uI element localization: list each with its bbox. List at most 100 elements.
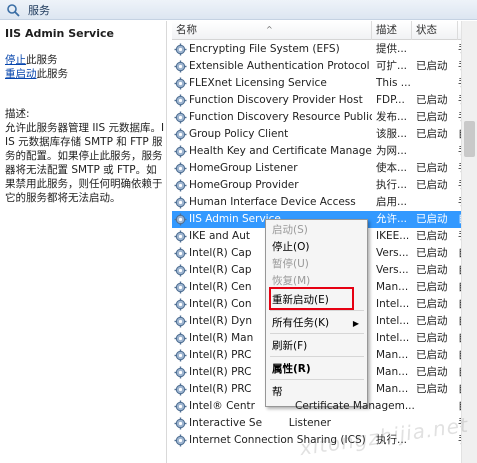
menu-item-label: 停止(O) bbox=[272, 241, 310, 253]
service-status: 已启动 bbox=[416, 247, 448, 259]
service-name: Group Policy Client bbox=[189, 128, 289, 140]
menu-item-label: 所有任务(K) bbox=[272, 317, 330, 329]
service-status: 已启动 bbox=[416, 128, 448, 140]
service-desc: Man... bbox=[376, 349, 409, 361]
menu-separator bbox=[270, 356, 364, 357]
context-menu-item[interactable]: 重新启动(E) bbox=[267, 292, 367, 309]
service-name: Health Key and Certificate Managem... bbox=[189, 145, 372, 157]
column-header-status[interactable]: 状态 bbox=[412, 21, 458, 40]
service-desc: 提供... bbox=[376, 43, 408, 55]
service-status: 已启动 bbox=[416, 60, 448, 72]
service-status: 已启动 bbox=[416, 383, 448, 395]
service-desc: Intel... bbox=[376, 298, 410, 310]
menu-separator bbox=[270, 379, 364, 380]
column-header-row: 名称 ^ 描述 状态 启 bbox=[172, 21, 477, 40]
window-title: 服务 bbox=[28, 3, 50, 17]
service-status: 已启动 bbox=[416, 281, 448, 293]
service-name: Encrypting File System (EFS) bbox=[189, 43, 340, 55]
service-desc: Man... bbox=[376, 281, 409, 293]
service-desc: Intel... bbox=[376, 315, 410, 327]
service-name: FLEXnet Licensing Service bbox=[189, 77, 327, 89]
service-row[interactable]: HomeGroup Provider执行...已启动手 bbox=[172, 177, 477, 194]
service-desc: Intel... bbox=[376, 332, 410, 344]
service-name: Interactive Se Listener bbox=[189, 417, 331, 429]
service-status bbox=[416, 143, 458, 160]
service-description: 允许此服务器管理 IIS 元数据库。IIS 元数据库存储 SMTP 和 FTP … bbox=[5, 122, 165, 204]
context-menu-item: 恢复(M) bbox=[267, 273, 367, 290]
service-status: 已启动 bbox=[416, 230, 448, 242]
column-header-name[interactable]: 名称 ^ bbox=[172, 21, 372, 40]
service-desc: 发布... bbox=[376, 111, 408, 123]
context-menu-item[interactable]: 所有任务(K) ▶ bbox=[267, 315, 367, 332]
service-row[interactable]: FLEXnet Licensing ServiceThis ...手 bbox=[172, 75, 477, 92]
sort-ascending-icon: ^ bbox=[266, 25, 273, 34]
service-desc: Man... bbox=[376, 383, 409, 395]
column-name-label: 名称 bbox=[176, 24, 197, 36]
service-status: 已启动 bbox=[416, 366, 448, 378]
service-name: HomeGroup Provider bbox=[189, 179, 299, 191]
service-name: Intel® Centr Certificate Managem... bbox=[189, 400, 415, 412]
service-row[interactable]: Group Policy Client该服...已启动自 bbox=[172, 126, 477, 143]
service-status: 已启动 bbox=[416, 332, 448, 344]
service-row[interactable]: Health Key and Certificate Managem... 为网.… bbox=[172, 143, 477, 160]
service-desc: Vers... bbox=[376, 247, 409, 259]
stop-service-line: 停止此服务 bbox=[5, 53, 161, 67]
context-menu-item: 暂停(U) bbox=[267, 256, 367, 273]
service-name: HomeGroup Listener bbox=[189, 162, 298, 174]
service-name: Extensible Authentication Protocol bbox=[189, 60, 370, 72]
service-desc: Man... bbox=[376, 366, 409, 378]
restart-service-line: 重启动此服务 bbox=[5, 67, 161, 81]
menu-item-label: 重新启动(E) bbox=[272, 294, 329, 306]
service-status: 已启动 bbox=[416, 264, 448, 276]
vertical-scrollbar[interactable] bbox=[461, 21, 477, 463]
service-row[interactable]: Human Interface Device Access启用...手 bbox=[172, 194, 477, 211]
service-status: 已启动 bbox=[416, 162, 448, 174]
service-row[interactable]: Interactive Se Listener使本...手 bbox=[172, 415, 477, 432]
title-bar: 服务 bbox=[0, 0, 477, 20]
service-row[interactable]: Function Discovery Provider Host FDP... 已启… bbox=[172, 92, 477, 109]
menu-separator bbox=[270, 333, 364, 334]
menu-item-label: 启动(S) bbox=[272, 224, 308, 236]
menu-item-label: 刷新(F) bbox=[272, 340, 308, 352]
service-desc: 执行... bbox=[376, 179, 408, 191]
service-row[interactable]: Extensible Authentication Protocol 可扩... 已… bbox=[172, 58, 477, 75]
service-status bbox=[416, 41, 458, 58]
context-menu-item[interactable]: 属性(R) bbox=[267, 361, 367, 378]
context-menu-item[interactable]: 停止(O) bbox=[267, 239, 367, 256]
search-services-icon bbox=[7, 3, 20, 17]
service-row[interactable]: Encrypting File System (EFS)提供...手 bbox=[172, 41, 477, 58]
row-tail-text: Listener bbox=[288, 417, 331, 429]
restart-suffix: 此服务 bbox=[36, 68, 69, 80]
service-desc: 可扩... bbox=[376, 60, 408, 72]
row-tail-text: Certificate Managem... bbox=[295, 400, 415, 412]
service-row[interactable]: Intel® Centr Certificate Managem...Man..… bbox=[172, 398, 477, 415]
gutter bbox=[167, 21, 171, 463]
service-status: 已启动 bbox=[416, 94, 448, 106]
stop-service-link[interactable]: 停止 bbox=[5, 54, 26, 66]
menu-item-label: 帮 bbox=[272, 386, 283, 398]
service-desc: FDP... bbox=[376, 94, 405, 106]
menu-item-label: 属性(R) bbox=[272, 363, 311, 375]
service-name: Human Interface Device Access bbox=[189, 196, 356, 208]
menu-item-label: 恢复(M) bbox=[272, 275, 311, 287]
description-label: 描述: bbox=[5, 108, 30, 120]
context-menu-item[interactable]: 刷新(F) bbox=[267, 338, 367, 355]
service-desc: 使本... bbox=[376, 162, 408, 174]
service-status: 已启动 bbox=[416, 349, 448, 361]
column-header-desc[interactable]: 描述 bbox=[372, 21, 412, 40]
service-desc: This ... bbox=[376, 77, 411, 89]
service-row[interactable]: Function Discovery Resource Publicati...… bbox=[172, 109, 477, 126]
restart-service-link[interactable]: 重启动 bbox=[5, 68, 37, 80]
service-status bbox=[416, 194, 458, 211]
stop-suffix: 此服务 bbox=[26, 54, 58, 66]
service-name: Function Discovery Resource Publicati... bbox=[189, 111, 372, 123]
service-row[interactable]: HomeGroup Listener使本...已启动手 bbox=[172, 160, 477, 177]
service-detail-panel: IIS Admin Service 停止此服务 重启动此服务 描述: 允许此服务… bbox=[0, 21, 166, 463]
service-status: 已启动 bbox=[416, 315, 448, 327]
service-desc: IKEE... bbox=[376, 230, 410, 242]
service-name: Function Discovery Provider Host bbox=[189, 94, 363, 106]
service-status: 已启动 bbox=[416, 111, 448, 123]
service-desc: 该服... bbox=[376, 128, 408, 140]
scrollbar-thumb[interactable] bbox=[464, 121, 475, 157]
service-desc: Vers... bbox=[376, 264, 409, 276]
